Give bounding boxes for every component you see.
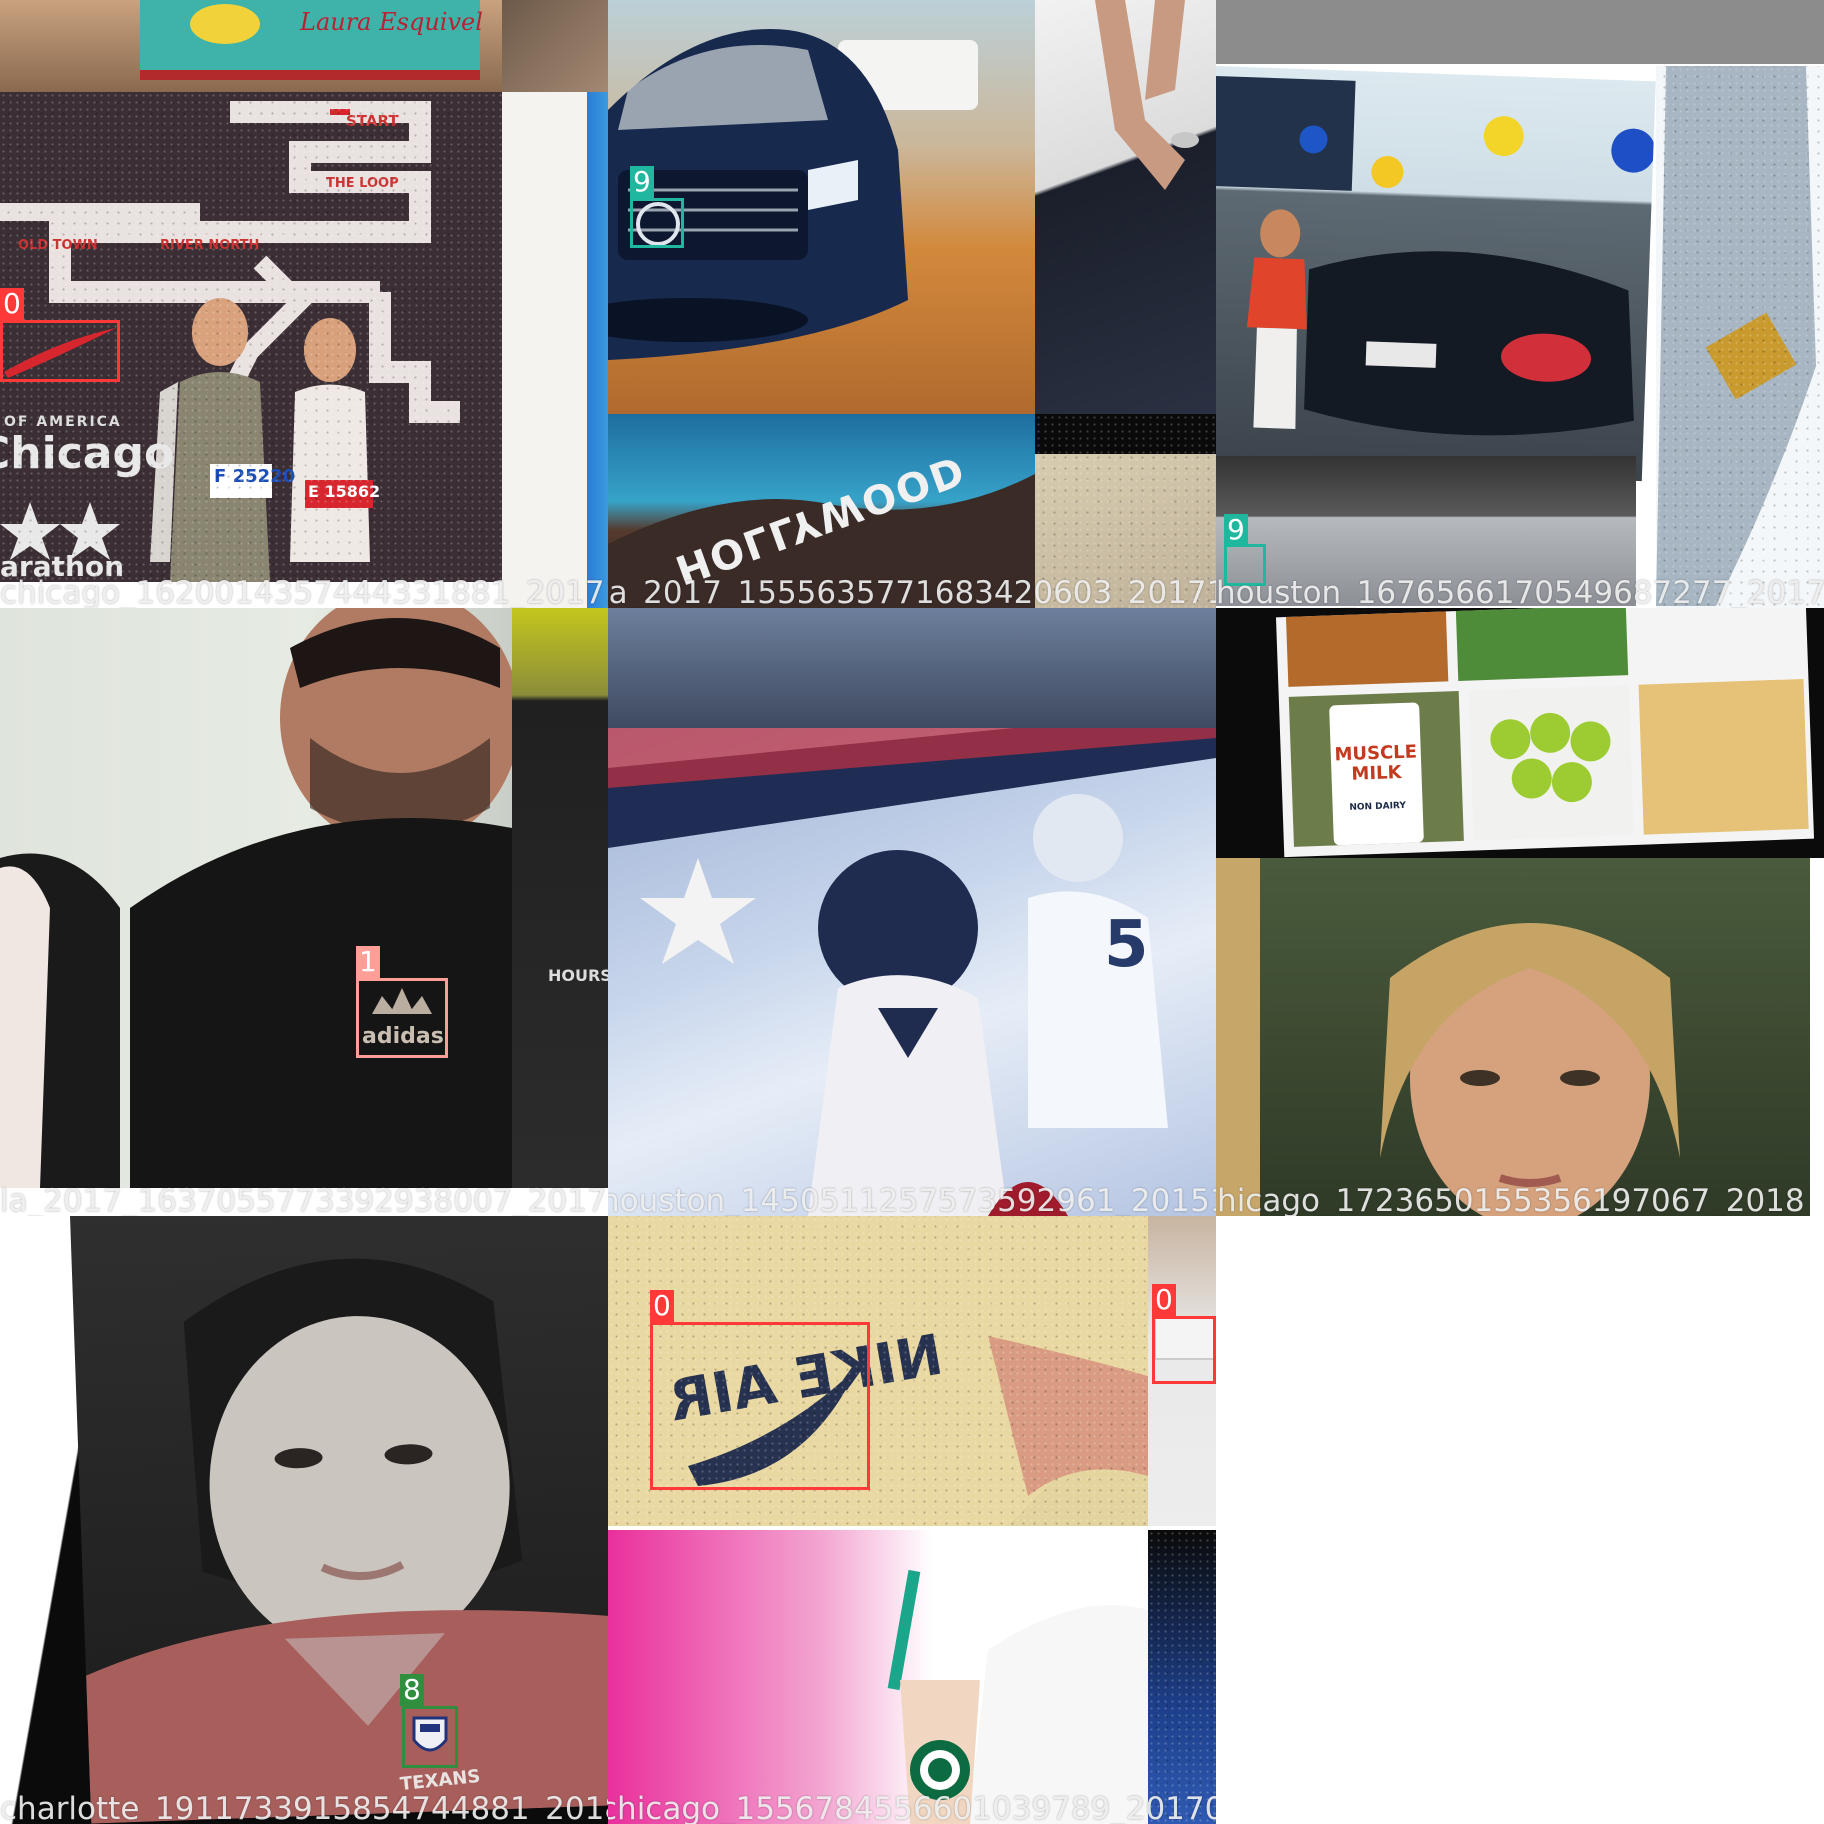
mosaic-tile-5: 5 houston_1450511257573592961_2015121.jp… (608, 608, 1216, 1216)
tile-filename: charlotte_1911733915854744881_2018113 (0, 1791, 608, 1824)
muscle-milk-sub-text: NON DAIRY (1349, 800, 1407, 813)
detection-label: 0 (0, 288, 24, 320)
tile-filename: chicago_1556784556601039789_20170711.jpg (608, 1791, 1216, 1824)
blank-tile (1216, 1216, 1824, 1824)
muscle-milk-text: MUSCLE MILK (1334, 741, 1418, 785)
tile-filename: chicago_1723650155356197067_2018 (1216, 1183, 1805, 1217)
jersey-selfie-photo (70, 1216, 608, 1824)
store-shelf-photo: HOURS (512, 608, 608, 1188)
edge-photo (1216, 858, 1260, 1216)
stadium-photo (1148, 1530, 1216, 1824)
detection-box-nike-edge (1152, 1316, 1216, 1384)
adidas-photo (0, 608, 512, 1188)
hand-photo (1035, 0, 1216, 414)
detection-label: 9 (1224, 514, 1248, 546)
tile-filename: houston_1676566170549687277_2017 (1216, 575, 1824, 609)
nike-swoosh-icon (4, 328, 116, 378)
sofa-photo (608, 608, 1216, 728)
detection-label: 8 (400, 1674, 424, 1706)
mosaic-tile-7: 8 TEXANS charlotte_1911733915854744881_2… (0, 1216, 608, 1824)
adidas-trefoil-icon (372, 988, 432, 1014)
tile-filename: la_2017_1555635771683420603_2017100.jpg (608, 575, 1216, 609)
selfie-photo (1260, 858, 1810, 1216)
gray-bar (1216, 0, 1824, 64)
detection-label: 0 (650, 1290, 674, 1322)
detection-label: 1 (356, 946, 380, 978)
nfl-shield-icon (412, 1716, 448, 1752)
hours-text: HOURS (548, 966, 608, 985)
tattoo-arm-photo (502, 0, 608, 92)
detection-box-mercedes (630, 198, 684, 248)
dealer-photo (1216, 66, 1656, 482)
adidas-text: adidas (362, 1024, 444, 1049)
starbucks-photo (608, 1530, 1148, 1824)
book-author-text: Laura Esquivel (300, 8, 483, 36)
mosaic-tile-8: NIKE AIR 0 0 chicago_1556784556601039789… (608, 1216, 1216, 1824)
mosaic-tile-2: HOLLYWOOD 9 la_2017_1555635771683420603_… (608, 0, 1216, 608)
jersey-number-text: 5 (1104, 908, 1149, 982)
texans-poster-photo: 5 (608, 728, 1216, 1216)
mosaic-tile-4: HOURS 1 adidas la_2017_16370557733929380… (0, 608, 608, 1216)
food-collage-photo: MUSCLE MILK NON DAIRY (1216, 608, 1824, 858)
tile-filename: chicago_1620014357444331881_2017100.jpg (0, 575, 608, 609)
detection-label: 9 (630, 166, 654, 198)
beach-photo (502, 92, 608, 608)
tile-filename: houston_1450511257573592961_2015121.jpg (608, 1183, 1216, 1217)
book-photo: Laura Esquivel (0, 0, 502, 92)
sneaker-photo (1656, 66, 1824, 608)
mosaic-tile-1: Laura Esquivel START THE LOOP OLD TOWN R… (0, 0, 608, 608)
mosaic-tile-6: MUSCLE MILK NON DAIRY chicago_1723650155… (1216, 608, 1824, 1216)
detection-box-nike-air (650, 1322, 870, 1490)
detection-label: 0 (1152, 1284, 1176, 1316)
tile-filename: la_2017_1637055773392938007_2017100.jpg (0, 1183, 608, 1217)
mosaic-tile-3: 9 houston_1676566170549687277_2017 (1216, 0, 1824, 608)
